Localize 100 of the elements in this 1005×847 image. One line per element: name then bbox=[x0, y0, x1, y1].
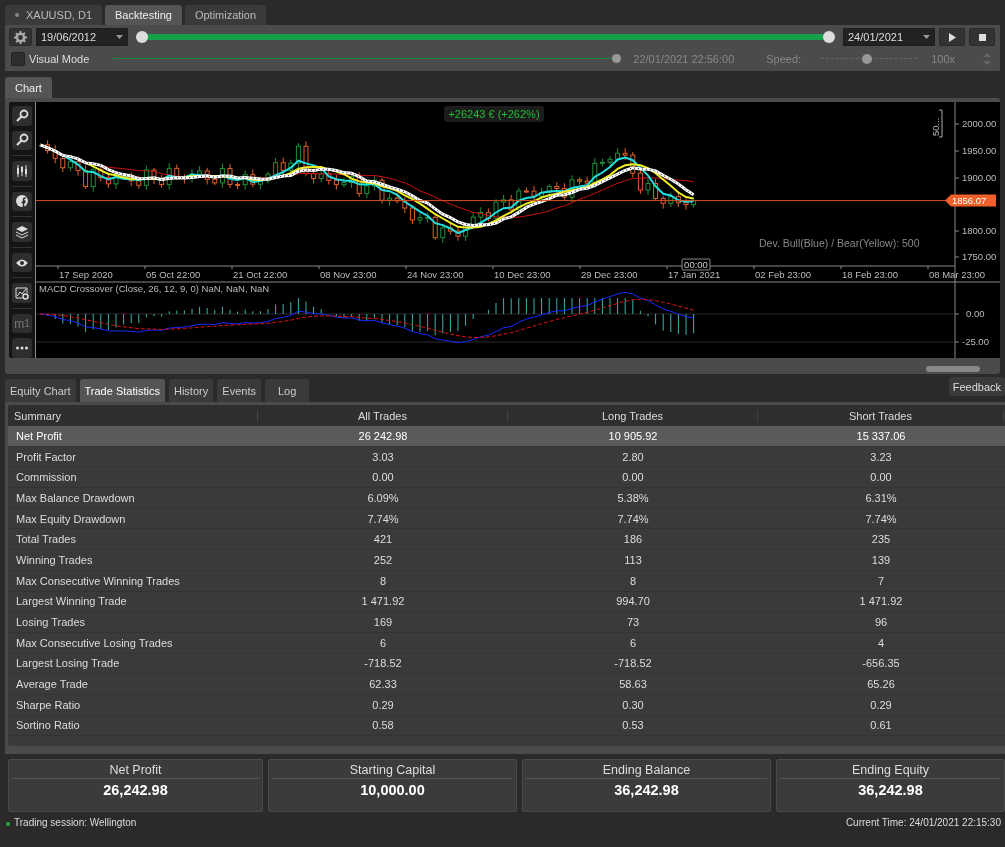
layers-button[interactable] bbox=[12, 222, 32, 242]
table-cell-text: 0.00 bbox=[869, 471, 893, 484]
selected-row[interactable]: Net Profit 26 242.98 10 905.92 15 337.06 bbox=[8, 426, 1005, 447]
tab[interactable]: History bbox=[168, 379, 214, 402]
table-row[interactable]: Max Equity Drawdown 7.74% 7.74% 7.74% bbox=[8, 508, 1005, 530]
slider-handle[interactable] bbox=[612, 54, 622, 63]
table-row[interactable]: Winning Trades 252 113 139 bbox=[8, 550, 1005, 571]
date-dropdown[interactable]: 19/06/2012 bbox=[36, 28, 128, 46]
table-row[interactable]: Losing Trades 169 73 96 bbox=[8, 612, 1005, 633]
table-cell-text: 0.30 bbox=[621, 698, 645, 711]
table-cell-text: 4 bbox=[876, 636, 886, 649]
tab[interactable]: Backtesting bbox=[105, 5, 182, 25]
more-button[interactable] bbox=[12, 338, 32, 358]
table-row[interactable]: Total Trades 421 186 235 bbox=[8, 529, 1005, 551]
table-row[interactable]: Largest Winning Trade 1 471.92 994.70 1 471.92 bbox=[8, 591, 1005, 613]
row-label: Largest Losing Trade bbox=[15, 657, 121, 670]
time-axis-label: 10 Dec 23:00 bbox=[494, 269, 551, 280]
row-label: Max Consecutive Winning Trades bbox=[15, 574, 181, 587]
table-row[interactable]: Largest Losing Trade -718.52 -718.52 -656.35 bbox=[8, 653, 1005, 675]
table-cell-text: 7.74% bbox=[366, 512, 400, 525]
time-axis-label: 02 Feb 23:00 bbox=[755, 269, 811, 280]
table-row[interactable]: Max Balance Drawdown 6.09% 5.38% 6.31% bbox=[8, 488, 1005, 509]
table-cell-text: 7 bbox=[876, 574, 886, 587]
slider-handle[interactable] bbox=[136, 31, 148, 43]
table-cell-text: 421 bbox=[372, 533, 394, 546]
card-value: 10,000.00 bbox=[359, 782, 426, 798]
table-cell-text: 0.53 bbox=[621, 719, 645, 732]
table-row[interactable]: Average Trade 62.33 58.63 65.26 bbox=[8, 674, 1005, 695]
table-cell-text: 65.26 bbox=[866, 678, 896, 691]
row-label: Max Equity Drawdown bbox=[15, 512, 127, 525]
play-button[interactable] bbox=[939, 28, 965, 46]
card-title: Net Profit bbox=[12, 763, 259, 779]
table-cell-text: 113 bbox=[623, 553, 643, 566]
card-title: Starting Capital bbox=[272, 763, 513, 779]
scrollbar-thumb[interactable] bbox=[926, 365, 980, 372]
row-label: Max Consecutive Losing Trades bbox=[15, 636, 174, 649]
table-cell-text: 15 337.06 bbox=[855, 429, 907, 442]
table-cell-text: 6.09% bbox=[366, 491, 400, 504]
table-cell-text: 7.74% bbox=[864, 512, 898, 525]
price-axis-label: 1900.00 bbox=[962, 172, 997, 183]
tab[interactable]: Events bbox=[217, 379, 262, 402]
chart-settings-button[interactable] bbox=[12, 283, 32, 303]
date-dropdown[interactable]: 24/01/2021 bbox=[843, 28, 935, 46]
time-axis-label: 17 Jan 2021 bbox=[668, 269, 721, 280]
symbol-tab[interactable]: XAUUSD, D1 bbox=[5, 5, 103, 25]
stop-button[interactable] bbox=[969, 28, 995, 46]
card-value: 36,242.98 bbox=[613, 782, 680, 798]
speed-handle[interactable] bbox=[862, 54, 873, 64]
table-cell-text: 2.80 bbox=[621, 450, 645, 463]
row-label: Max Balance Drawdown bbox=[15, 491, 136, 504]
tab[interactable]: Log bbox=[265, 379, 310, 402]
row-label: Sortino Ratio bbox=[15, 719, 81, 732]
card-title: Ending Balance bbox=[526, 763, 767, 779]
trading-session: Trading session: Wellington bbox=[14, 817, 137, 828]
status-dot bbox=[15, 13, 19, 17]
scale-label: 50... bbox=[930, 109, 943, 138]
tab[interactable]: Optimization bbox=[184, 5, 267, 25]
table-row[interactable]: Sharpe Ratio 0.29 0.30 0.29 bbox=[8, 694, 1005, 716]
table-cell-text: 7.74% bbox=[616, 512, 650, 525]
table-cell-text: 62.33 bbox=[368, 678, 398, 691]
time-axis-label: 08 Mar 23:00 bbox=[929, 269, 985, 280]
zoom-out-button[interactable] bbox=[12, 130, 32, 151]
table-cell-text: 58.63 bbox=[618, 678, 648, 691]
visual-mode-checkbox[interactable] bbox=[11, 52, 25, 66]
table-cell-text: -718.52 bbox=[363, 657, 403, 670]
table-cell-text: 5.38% bbox=[616, 491, 650, 504]
circle-button[interactable] bbox=[12, 191, 32, 212]
table-row[interactable]: Max Consecutive Losing Trades 6 6 4 bbox=[8, 632, 1005, 654]
date-range-slider[interactable] bbox=[136, 30, 835, 44]
table-row[interactable]: Commission 0.00 0.00 0.00 bbox=[8, 467, 1005, 489]
table-cell-text: 235 bbox=[870, 533, 892, 546]
time-axis-label: 08 Nov 23:00 bbox=[320, 269, 377, 280]
settings-button[interactable] bbox=[9, 28, 32, 46]
time-axis-label: 18 Feb 23:00 bbox=[842, 269, 898, 280]
row-label: Largest Winning Trade bbox=[15, 595, 128, 608]
table-row[interactable]: Profit Factor 3.03 2.80 3.23 bbox=[8, 446, 1005, 468]
tab[interactable]: Equity Chart bbox=[5, 379, 76, 402]
eye-button[interactable] bbox=[12, 252, 32, 273]
table-cell-text: 252 bbox=[372, 553, 394, 566]
candlestick-button[interactable] bbox=[12, 161, 32, 181]
time-axis-label: 05 Oct 22:00 bbox=[146, 269, 201, 280]
table-cell-text: 1 471.92 bbox=[360, 595, 406, 608]
table-cell-text: 169 bbox=[372, 616, 394, 629]
zoom-in-button[interactable] bbox=[12, 106, 32, 126]
table-cell-text: 0.00 bbox=[621, 471, 645, 484]
tab[interactable]: Chart bbox=[5, 77, 52, 98]
table-row[interactable]: Sortino Ratio 0.58 0.53 0.61 bbox=[8, 715, 1005, 737]
row-label: Total Trades bbox=[15, 533, 77, 546]
table-cell-text: 0.00 bbox=[371, 471, 395, 484]
table-cell-text: 0.29 bbox=[371, 698, 395, 711]
row-label: Profit Factor bbox=[15, 450, 77, 463]
price-axis-label: 1800.00 bbox=[962, 225, 997, 236]
tab[interactable]: Trade Statistics bbox=[79, 379, 165, 402]
feedback-button[interactable]: Feedback bbox=[948, 377, 1005, 396]
table-row[interactable]: Max Consecutive Winning Trades 8 8 7 bbox=[8, 570, 1005, 592]
slider-handle[interactable] bbox=[823, 31, 835, 43]
row-label: Commission bbox=[15, 471, 78, 484]
indicator-axis-label: -25.00 bbox=[962, 336, 989, 347]
table-cell-text: 6.31% bbox=[864, 491, 898, 504]
table-cell-text: 1 471.92 bbox=[858, 595, 904, 608]
